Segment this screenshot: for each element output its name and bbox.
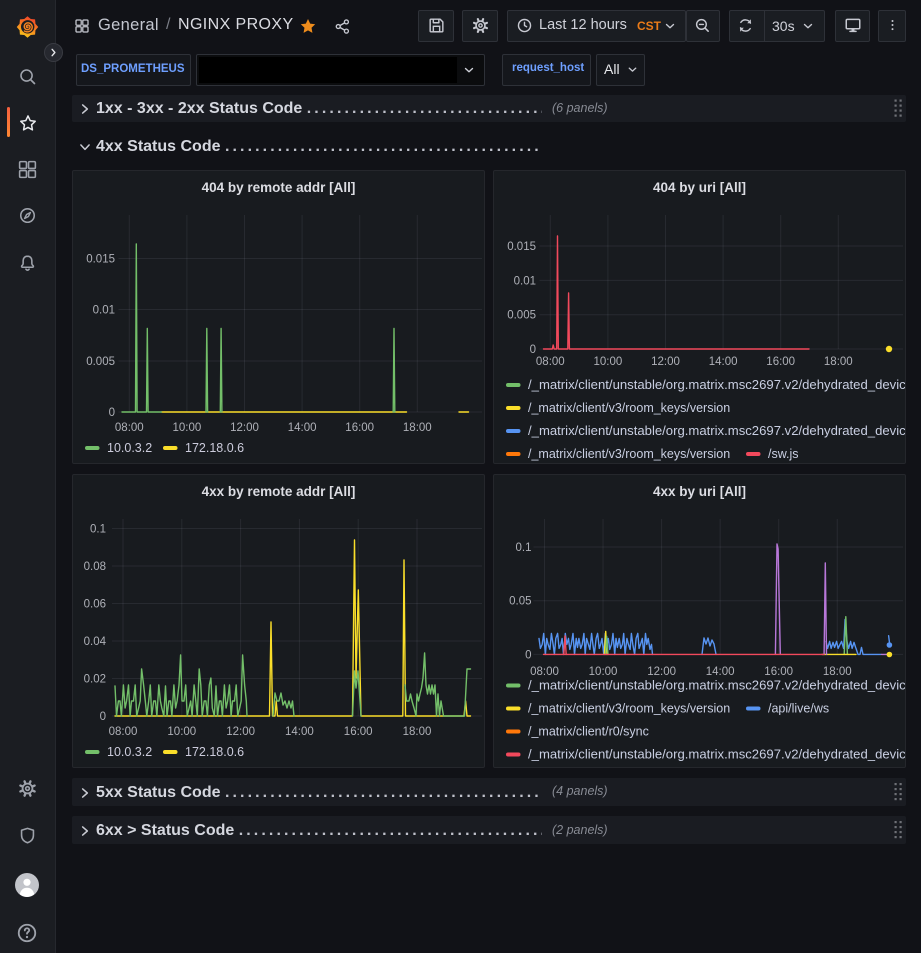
svg-text:0: 0 — [100, 711, 106, 723]
svg-text:14:00: 14:00 — [285, 726, 314, 738]
svg-text:08:00: 08:00 — [530, 666, 559, 678]
svg-text:0.1: 0.1 — [516, 542, 532, 554]
svg-text:172.18.0.6: 172.18.0.6 — [185, 441, 244, 455]
svg-text:0.06: 0.06 — [84, 599, 106, 611]
svg-text:0.005: 0.005 — [507, 310, 536, 322]
svg-text:16:00: 16:00 — [764, 666, 793, 678]
svg-text:/sw.js: /sw.js — [768, 447, 799, 461]
svg-text:14:00: 14:00 — [706, 666, 735, 678]
svg-text:08:00: 08:00 — [536, 356, 565, 368]
svg-text:18:00: 18:00 — [824, 356, 853, 368]
svg-text:/_matrix/client/unstable/org.m: /_matrix/client/unstable/org.matrix.msc2… — [528, 679, 906, 693]
svg-text:/_matrix/client/unstable/org.m: /_matrix/client/unstable/org.matrix.msc2… — [528, 378, 906, 392]
svg-text:0.05: 0.05 — [509, 596, 531, 608]
svg-text:/_matrix/client/r0/sync: /_matrix/client/r0/sync — [528, 725, 649, 739]
svg-text:/_matrix/client/v3/room_keys/v: /_matrix/client/v3/room_keys/version — [528, 447, 730, 461]
svg-text:18:00: 18:00 — [403, 726, 432, 738]
svg-text:10:00: 10:00 — [167, 726, 196, 738]
svg-text:10:00: 10:00 — [589, 666, 618, 678]
svg-text:18:00: 18:00 — [823, 666, 852, 678]
svg-text:0: 0 — [530, 344, 536, 356]
svg-text:08:00: 08:00 — [115, 422, 144, 434]
svg-text:0.005: 0.005 — [86, 356, 115, 368]
svg-text:14:00: 14:00 — [288, 422, 317, 434]
svg-text:0.08: 0.08 — [84, 561, 106, 573]
svg-text:16:00: 16:00 — [345, 422, 374, 434]
svg-text:18:00: 18:00 — [403, 422, 432, 434]
svg-text:12:00: 12:00 — [647, 666, 676, 678]
svg-text:/_matrix/client/unstable/org.m: /_matrix/client/unstable/org.matrix.msc2… — [528, 424, 906, 438]
svg-text:16:00: 16:00 — [766, 356, 795, 368]
svg-text:0: 0 — [109, 407, 115, 419]
svg-text:08:00: 08:00 — [109, 726, 138, 738]
svg-text:/_matrix/client/v3/room_keys/v: /_matrix/client/v3/room_keys/version — [528, 702, 730, 716]
svg-text:10:00: 10:00 — [594, 356, 623, 368]
svg-text:16:00: 16:00 — [344, 726, 373, 738]
svg-text:/api/live/ws: /api/live/ws — [768, 702, 829, 716]
svg-text:172.18.0.6: 172.18.0.6 — [185, 745, 244, 759]
svg-text:/_matrix/client/unstable/org.m: /_matrix/client/unstable/org.matrix.msc2… — [528, 748, 906, 762]
svg-text:12:00: 12:00 — [651, 356, 680, 368]
svg-text:0.04: 0.04 — [84, 636, 107, 648]
svg-text:12:00: 12:00 — [226, 726, 255, 738]
svg-text:10.0.3.2: 10.0.3.2 — [107, 745, 152, 759]
svg-text:12:00: 12:00 — [230, 422, 259, 434]
svg-text:0.01: 0.01 — [93, 305, 115, 317]
svg-text:0.015: 0.015 — [507, 241, 536, 253]
svg-text:10:00: 10:00 — [173, 422, 202, 434]
svg-text:0.01: 0.01 — [514, 275, 536, 287]
svg-text:0.1: 0.1 — [90, 524, 106, 536]
svg-text:0.02: 0.02 — [84, 674, 106, 686]
svg-text:14:00: 14:00 — [709, 356, 738, 368]
svg-text:/_matrix/client/v3/room_keys/v: /_matrix/client/v3/room_keys/version — [528, 401, 730, 415]
svg-text:0: 0 — [525, 649, 531, 661]
svg-text:0.015: 0.015 — [86, 254, 115, 266]
svg-text:10.0.3.2: 10.0.3.2 — [107, 441, 152, 455]
